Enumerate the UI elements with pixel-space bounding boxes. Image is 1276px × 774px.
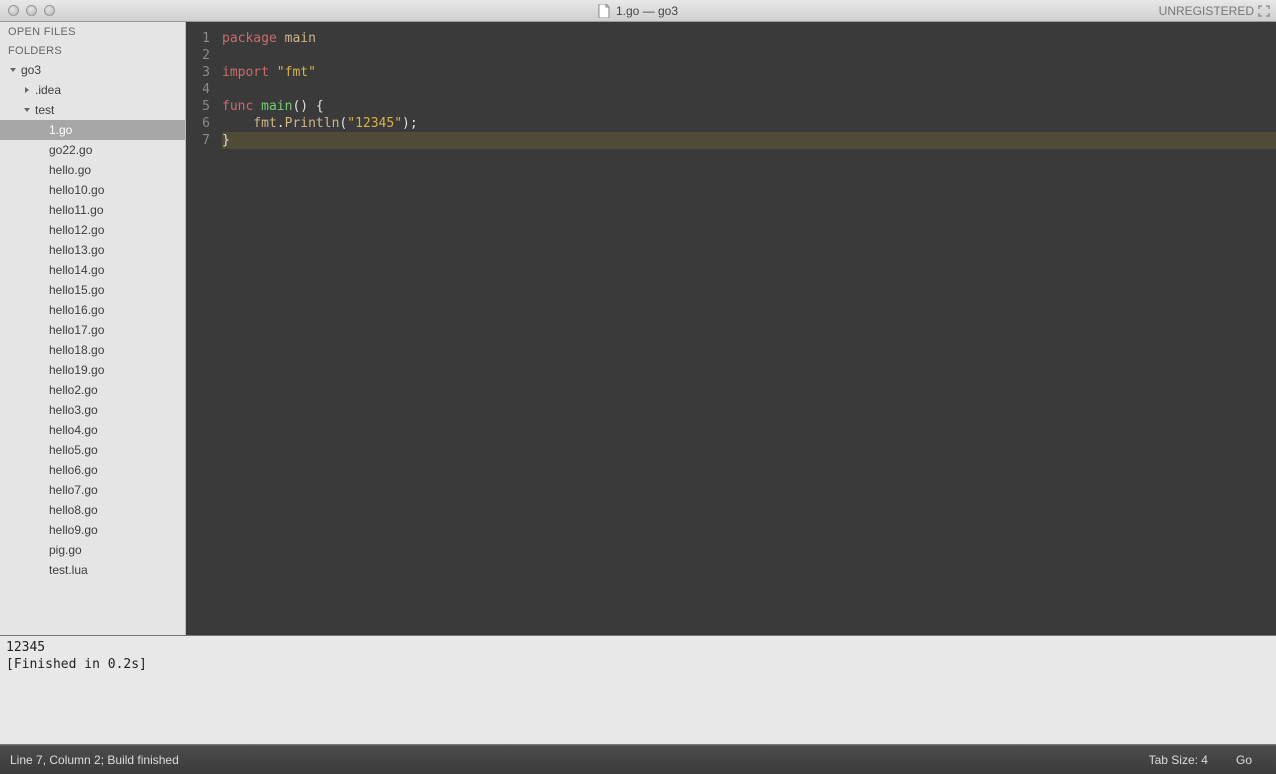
tree-item-label: hello3.go xyxy=(49,403,98,417)
line-number: 6 xyxy=(186,115,210,132)
build-output-panel[interactable]: 12345 [Finished in 0.2s] xyxy=(0,635,1276,745)
file-item[interactable]: hello9.go xyxy=(0,520,185,540)
tree-item-label: go3 xyxy=(21,63,41,77)
status-tab-size[interactable]: Tab Size: 4 xyxy=(1135,753,1222,767)
code-line[interactable] xyxy=(222,47,1276,64)
file-item[interactable]: hello10.go xyxy=(0,180,185,200)
file-item[interactable]: hello14.go xyxy=(0,260,185,280)
sidebar: OPEN FILES FOLDERS go3 .idea test 1.go go22.… xyxy=(0,22,186,635)
line-number: 5 xyxy=(186,98,210,115)
tree-item-label: test xyxy=(35,103,54,117)
code-line[interactable]: } xyxy=(222,132,1276,149)
tree-item-label: hello11.go xyxy=(49,203,104,217)
editor[interactable]: 1234567 package main import "fmt" func m… xyxy=(186,22,1276,635)
tree-item-label: hello10.go xyxy=(49,183,104,197)
status-position[interactable]: Line 7, Column 2; Build finished xyxy=(10,753,193,767)
minimize-window-icon[interactable] xyxy=(26,5,37,16)
line-number: 1 xyxy=(186,30,210,47)
file-item[interactable]: hello6.go xyxy=(0,460,185,480)
file-item[interactable]: hello16.go xyxy=(0,300,185,320)
tree-item-label: hello12.go xyxy=(49,223,104,237)
chevron-down-icon[interactable] xyxy=(22,105,32,115)
code-line[interactable] xyxy=(222,81,1276,98)
line-number: 3 xyxy=(186,64,210,81)
folder-item[interactable]: go3 xyxy=(0,60,185,80)
titlebar: 1.go — go3 UNREGISTERED xyxy=(0,0,1276,22)
tree-item-label: hello9.go xyxy=(49,523,98,537)
status-bar: Line 7, Column 2; Build finished Tab Siz… xyxy=(0,745,1276,774)
file-item[interactable]: go22.go xyxy=(0,140,185,160)
line-number: 7 xyxy=(186,132,210,149)
file-item[interactable]: hello13.go xyxy=(0,240,185,260)
file-item[interactable]: hello3.go xyxy=(0,400,185,420)
file-item[interactable]: hello12.go xyxy=(0,220,185,240)
code-content[interactable]: package main import "fmt" func main() { … xyxy=(222,30,1276,635)
folder-item[interactable]: test xyxy=(0,100,185,120)
file-item[interactable]: hello18.go xyxy=(0,340,185,360)
chevron-down-icon[interactable] xyxy=(8,65,18,75)
tree-item-label: go22.go xyxy=(49,143,92,157)
tree-item-label: hello18.go xyxy=(49,343,104,357)
code-line[interactable]: import "fmt" xyxy=(222,64,1276,81)
file-item[interactable]: hello19.go xyxy=(0,360,185,380)
file-item[interactable]: pig.go xyxy=(0,540,185,560)
expand-icon[interactable] xyxy=(1258,5,1270,17)
chevron-right-icon[interactable] xyxy=(22,85,32,95)
file-item[interactable]: test.lua xyxy=(0,560,185,580)
file-item[interactable]: hello.go xyxy=(0,160,185,180)
tree-item-label: hello7.go xyxy=(49,483,98,497)
file-item[interactable]: hello2.go xyxy=(0,380,185,400)
close-window-icon[interactable] xyxy=(8,5,19,16)
folders-header[interactable]: FOLDERS xyxy=(0,41,185,60)
tree-item-label: hello16.go xyxy=(49,303,104,317)
tree-item-label: hello17.go xyxy=(49,323,104,337)
tree-item-label: hello4.go xyxy=(49,423,98,437)
line-number: 2 xyxy=(186,47,210,64)
file-item[interactable]: hello7.go xyxy=(0,480,185,500)
tree-item-label: hello8.go xyxy=(49,503,98,517)
console-output: 12345 xyxy=(6,640,45,655)
code-line[interactable]: package main xyxy=(222,30,1276,47)
folder-item[interactable]: .idea xyxy=(0,80,185,100)
tree-item-label: hello14.go xyxy=(49,263,104,277)
code-line[interactable]: func main() { xyxy=(222,98,1276,115)
file-icon xyxy=(598,4,610,18)
tree-item-label: hello15.go xyxy=(49,283,104,297)
tree-item-label: pig.go xyxy=(49,543,82,557)
tree-item-label: 1.go xyxy=(49,123,72,137)
tree-item-label: hello19.go xyxy=(49,363,104,377)
line-gutter: 1234567 xyxy=(186,30,222,635)
file-item[interactable]: hello11.go xyxy=(0,200,185,220)
tree-item-label: hello5.go xyxy=(49,443,98,457)
tree-item-label: test.lua xyxy=(49,563,88,577)
file-item[interactable]: hello5.go xyxy=(0,440,185,460)
open-files-header[interactable]: OPEN FILES xyxy=(0,22,185,41)
tree-item-label: .idea xyxy=(35,83,61,97)
tree-item-label: hello13.go xyxy=(49,243,104,257)
tree-item-label: hello2.go xyxy=(49,383,98,397)
window-title: 1.go — go3 xyxy=(598,4,678,18)
file-item[interactable]: hello15.go xyxy=(0,280,185,300)
file-item[interactable]: hello4.go xyxy=(0,420,185,440)
unregistered-label: UNREGISTERED xyxy=(1159,4,1254,18)
tree-item-label: hello.go xyxy=(49,163,91,177)
file-item[interactable]: hello8.go xyxy=(0,500,185,520)
file-item[interactable]: 1.go xyxy=(0,120,185,140)
window-title-text: 1.go — go3 xyxy=(616,4,678,18)
zoom-window-icon[interactable] xyxy=(44,5,55,16)
console-finished: [Finished in 0.2s] xyxy=(6,657,147,672)
window-controls xyxy=(0,5,55,16)
status-syntax[interactable]: Go xyxy=(1222,753,1266,767)
file-item[interactable]: hello17.go xyxy=(0,320,185,340)
line-number: 4 xyxy=(186,81,210,98)
tree-item-label: hello6.go xyxy=(49,463,98,477)
code-line[interactable]: fmt.Println("12345"); xyxy=(222,115,1276,132)
